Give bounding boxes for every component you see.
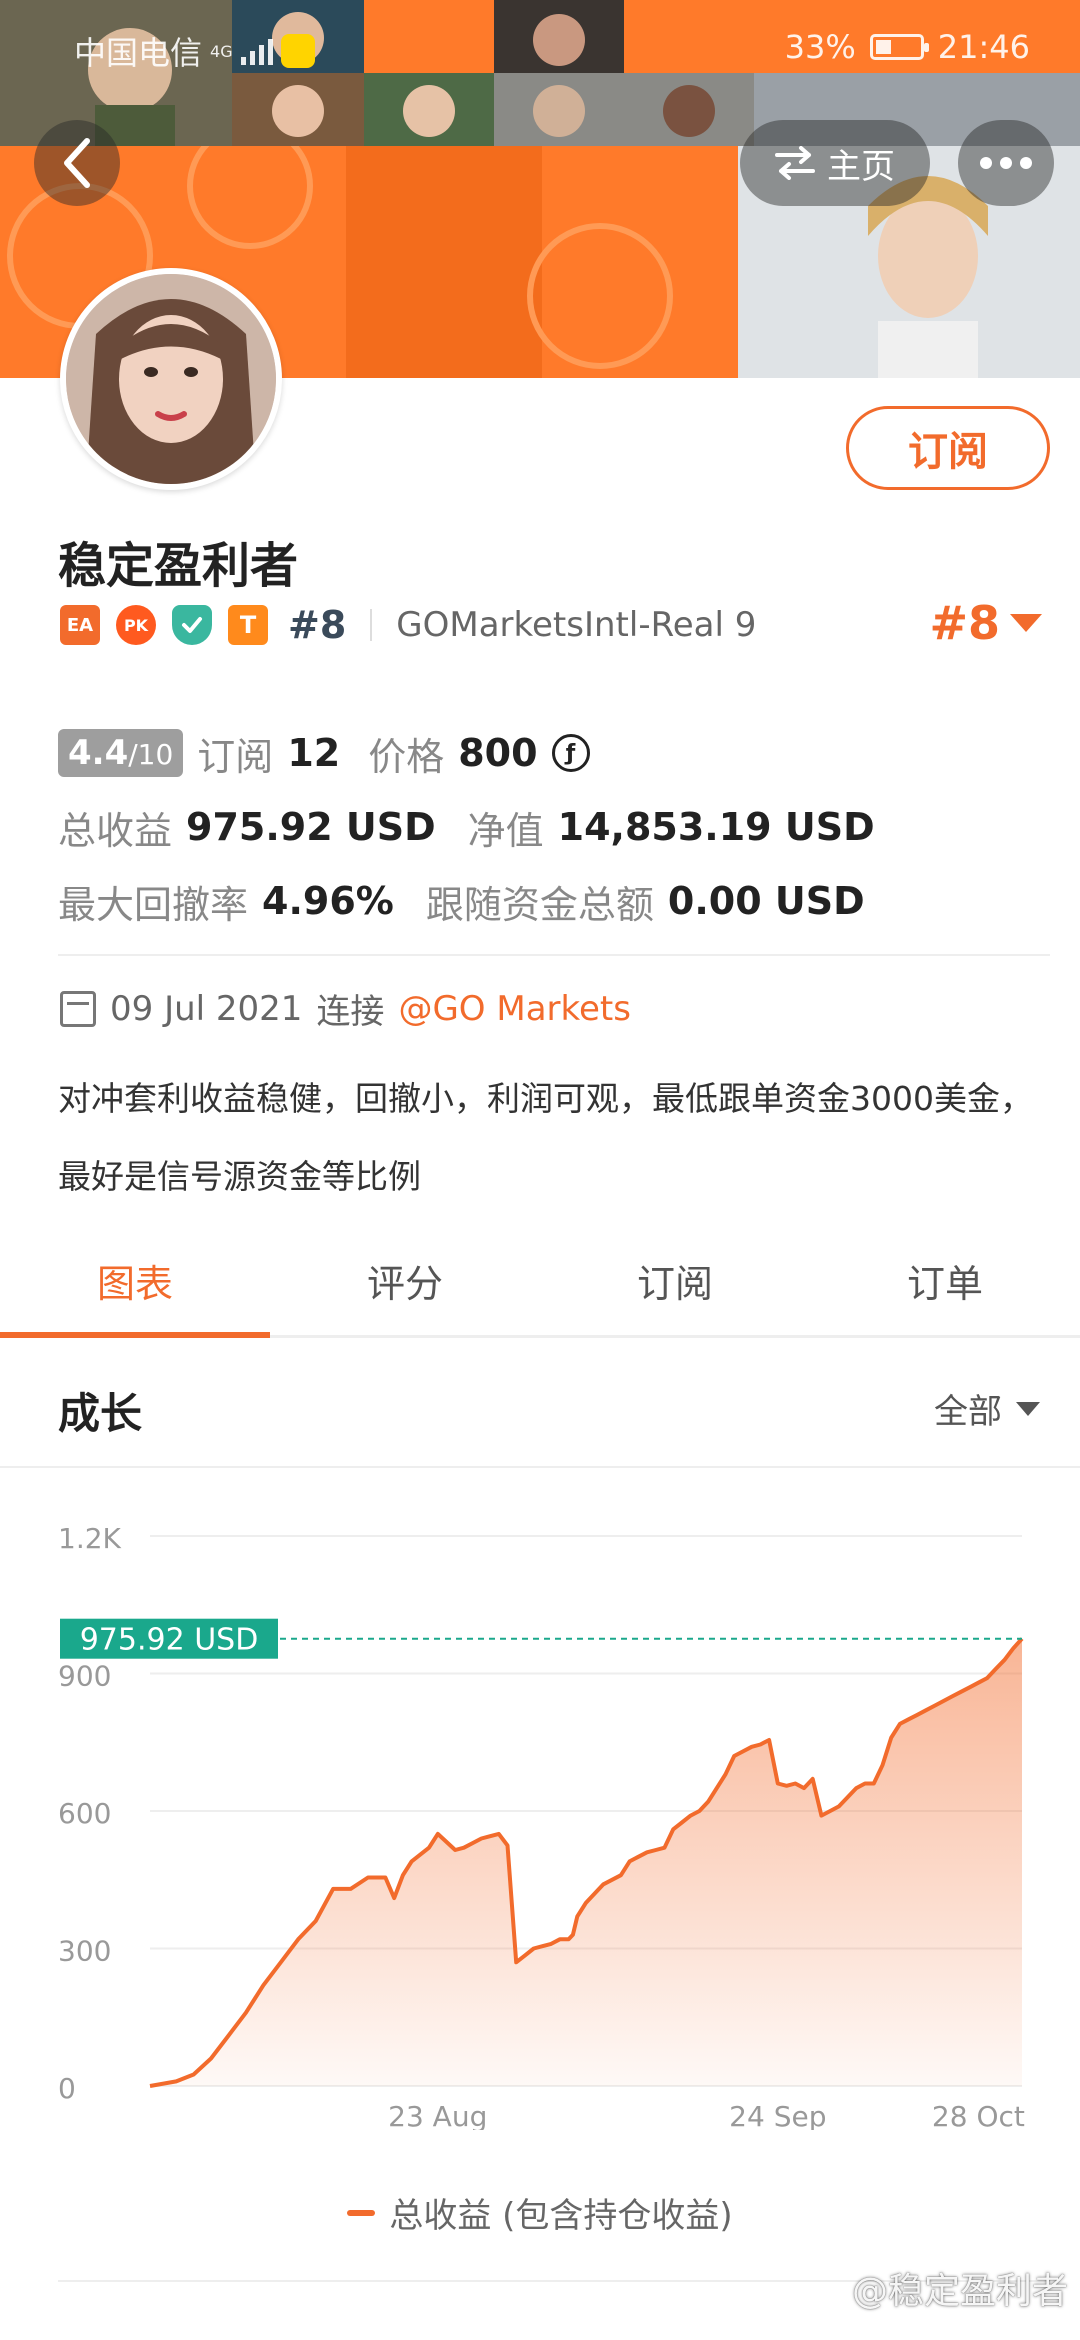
rank-small: #8	[288, 603, 347, 647]
chart-legend: 总收益 (包含持仓收益)	[0, 2188, 1080, 2237]
tab-chart[interactable]: 图表	[0, 1242, 270, 1338]
trader-name: 稳定盈利者	[58, 538, 299, 594]
range-filter-label: 全部	[934, 1392, 1002, 1432]
separator	[370, 609, 373, 641]
coin-icon: ƒ	[551, 734, 590, 772]
badge-row: EA PK T #8 GOMarketsIntl-Real 9	[60, 600, 756, 650]
rank-dropdown[interactable]: #8	[929, 596, 1042, 650]
chevron-left-icon	[64, 138, 90, 188]
strategy-description: 对冲套利收益稳健，回撤小，利润可观，最低跟单资金3000美金，最好是信号源资金等…	[58, 1079, 1033, 1196]
stats-row-drawdown: 最大回撤率 4.96% 跟随资金总额 0.00 USD	[58, 864, 1048, 938]
back-button[interactable]	[34, 120, 120, 206]
more-dot-icon	[1000, 157, 1012, 169]
more-button[interactable]	[958, 120, 1054, 206]
max-drawdown-value: 4.96%	[262, 879, 394, 923]
signal-icon	[240, 37, 273, 65]
shield-check-badge-icon[interactable]	[172, 605, 212, 645]
triangle-down-icon	[1016, 1401, 1040, 1416]
broker-link[interactable]: @GO Markets	[398, 989, 631, 1029]
connection-info: 09 Jul 2021 连接 @GO Markets	[60, 984, 631, 1033]
connect-date: 09 Jul 2021	[110, 988, 303, 1029]
range-filter-dropdown[interactable]: 全部	[934, 1384, 1040, 1433]
chart-header: 成长 全部	[0, 1340, 1080, 1468]
y-tick-label: 600	[58, 1797, 111, 1830]
growth-chart: 0 300 600 900 1.2K 23 Aug 24 Sep 28 Oct 975.92 U…	[0, 1490, 1080, 2133]
pk-flame-badge-icon[interactable]: PK	[116, 605, 156, 645]
max-drawdown-label: 最大回撤率	[58, 882, 249, 927]
t-badge-icon[interactable]: T	[228, 605, 268, 645]
stats-row-profit: 总收益 975.92 USD 净值 14,853.19 USD	[58, 790, 1048, 864]
app-notification-icon	[280, 34, 315, 68]
y-tick-label: 1.2K	[58, 1522, 122, 1555]
status-left: 中国电信 4G	[74, 28, 315, 74]
status-bar: 中国电信 4G 33% 21:46	[0, 0, 1080, 92]
total-profit-value: 975.92 USD	[186, 805, 436, 849]
divider	[58, 954, 1050, 956]
y-tick-label: 0	[58, 2072, 76, 2105]
score-badge: 4.4/10	[58, 729, 184, 777]
tab-bar: 图表 评分 订阅 订单	[0, 1242, 1080, 1338]
y-tick-label: 300	[58, 1935, 111, 1968]
stats-row-score: 4.4/10 订阅 12 价格 800 ƒ	[58, 716, 1048, 790]
subscribe-count-value: 12	[287, 731, 341, 775]
series-area	[150, 1638, 1022, 2086]
watermark: @稳定盈利者	[851, 2271, 1068, 2312]
legend-label: 总收益 (包含持仓收益)	[389, 2196, 733, 2236]
x-tick-label: 28 Oct	[932, 2100, 1025, 2130]
network-label: 4G	[210, 41, 233, 61]
x-tick-label: 23 Aug	[388, 2100, 487, 2130]
subscribe-count-label: 订阅	[197, 734, 274, 779]
current-value-label: 975.92 USD	[80, 1623, 259, 1658]
growth-chart-svg: 0 300 600 900 1.2K 23 Aug 24 Sep 28 Oct 975.92 U…	[58, 1522, 1025, 2133]
stats-block: 4.4/10 订阅 12 价格 800 ƒ 总收益 975.92 USD 净值 …	[58, 716, 1048, 938]
ea-badge-icon[interactable]: EA	[60, 605, 100, 645]
swap-icon	[775, 146, 815, 180]
more-dot-icon	[980, 157, 992, 169]
tab-subscriptions[interactable]: 订阅	[540, 1242, 810, 1335]
total-profit-label: 总收益	[58, 808, 173, 853]
price-label: 价格	[368, 734, 445, 779]
chart-title: 成长	[58, 1389, 143, 1438]
rank-big-label: #8	[929, 596, 1000, 650]
connect-label: 连接	[316, 992, 385, 1032]
calendar-icon	[60, 990, 96, 1027]
clock: 21:46	[937, 28, 1030, 66]
price-value: 800	[458, 731, 538, 775]
equity-label: 净值	[467, 808, 544, 853]
legend-swatch	[347, 2209, 376, 2216]
home-button[interactable]: 主页	[740, 120, 930, 206]
status-right: 33% 21:46	[785, 28, 1030, 66]
home-label: 主页	[827, 146, 895, 187]
equity-value: 14,853.19 USD	[557, 805, 875, 849]
broker-account: GOMarketsIntl-Real 9	[396, 605, 757, 645]
tab-orders[interactable]: 订单	[810, 1242, 1080, 1335]
triangle-down-icon	[1010, 614, 1042, 632]
subscribe-button[interactable]: 订阅	[846, 406, 1050, 490]
follow-funds-label: 跟随资金总额	[425, 882, 654, 927]
carrier-label: 中国电信	[74, 34, 203, 72]
battery-percent: 33%	[784, 28, 856, 66]
avatar[interactable]	[60, 268, 282, 490]
battery-icon	[869, 34, 929, 60]
x-tick-label: 24 Sep	[729, 2100, 826, 2130]
y-tick-label: 900	[58, 1660, 111, 1693]
more-dot-icon	[1020, 157, 1032, 169]
tab-rating[interactable]: 评分	[270, 1242, 540, 1335]
follow-funds-value: 0.00 USD	[667, 879, 865, 923]
